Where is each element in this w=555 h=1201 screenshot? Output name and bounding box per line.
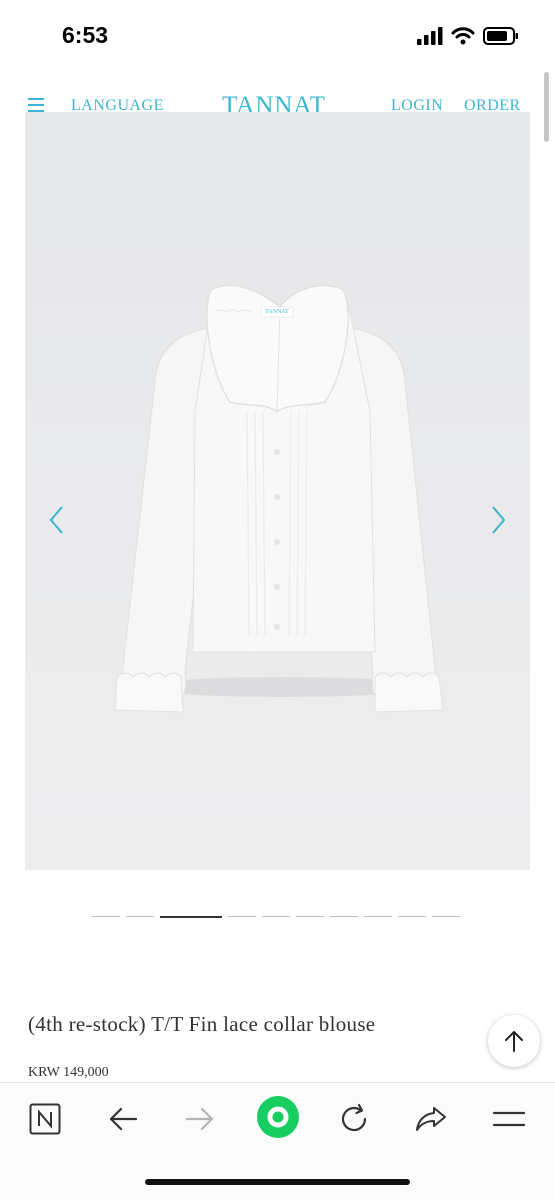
back-button[interactable] [103,1101,143,1137]
prev-image-arrow-icon[interactable] [47,505,67,535]
gallery-pager [92,916,460,918]
green-dot-button[interactable] [256,1095,300,1139]
share-button[interactable] [411,1101,451,1137]
n-home-button[interactable] [25,1101,65,1137]
reload-icon [341,1103,367,1132]
garment-label-text: TANNAT [265,309,289,315]
share-icon [416,1107,446,1131]
wifi-icon [451,27,475,45]
pager-dot[interactable] [228,916,256,917]
back-arrow-icon [109,1107,138,1131]
reload-button[interactable] [334,1101,374,1137]
pager-dot[interactable] [398,916,426,917]
signal-icon [417,27,443,45]
n-home-icon [29,1103,61,1135]
forward-button[interactable] [180,1101,220,1137]
pager-dot[interactable] [364,916,392,917]
pager-dot[interactable] [262,916,290,917]
pager-dot-active[interactable] [160,916,222,918]
status-icons [417,27,519,45]
product-price: KRW 149,000 [28,1065,109,1080]
hamburger-menu-icon[interactable] [28,98,44,112]
pager-dot[interactable] [296,916,324,917]
status-bar: 6:53 [0,0,555,75]
product-title: (4th re-stock) T/T Fin lace collar blous… [28,1012,376,1036]
forward-arrow-icon [185,1107,214,1131]
pager-dot[interactable] [432,916,460,917]
arrow-up-icon [505,1031,523,1052]
menu-button[interactable] [489,1101,529,1137]
pager-dot[interactable] [92,916,120,917]
green-circle-icon [257,1096,299,1138]
product-image[interactable]: TANNAT [25,112,530,870]
pager-dot[interactable] [126,916,154,917]
scroll-to-top-button[interactable] [488,1015,540,1067]
blouse-illustration [25,112,530,870]
next-image-arrow-icon[interactable] [488,505,508,535]
home-indicator[interactable] [145,1179,410,1185]
pager-dot[interactable] [330,916,358,917]
status-time: 6:53 [62,22,109,48]
battery-icon [483,27,518,45]
menu-icon [492,1111,526,1127]
